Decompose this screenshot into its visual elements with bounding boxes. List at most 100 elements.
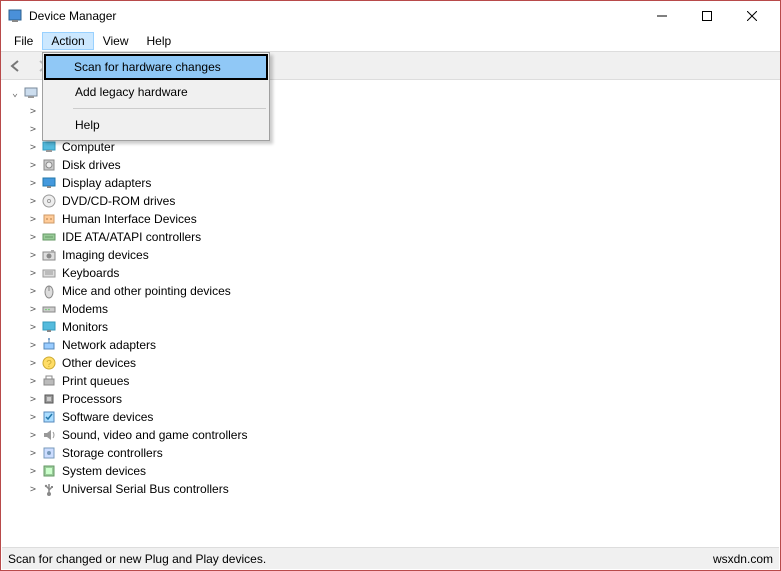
action-dropdown: Scan for hardware changes Add legacy har…	[42, 52, 270, 141]
tree-node-label: Universal Serial Bus controllers	[59, 482, 229, 496]
expand-icon[interactable]: >	[27, 178, 39, 189]
tree-node[interactable]: > Mice and other pointing devices	[1, 282, 780, 300]
tree-node-label: Human Interface Devices	[59, 212, 197, 226]
tree-node-label: IDE ATA/ATAPI controllers	[59, 230, 201, 244]
tree-node-label: Monitors	[59, 320, 108, 334]
tree-node-label: Sound, video and game controllers	[59, 428, 247, 442]
tree-node[interactable]: >Modems	[1, 300, 780, 318]
tree-node-label: Network adapters	[59, 338, 156, 352]
tree-node-label: Imaging devices	[59, 248, 149, 262]
network-icon	[41, 337, 57, 353]
cpu-icon	[41, 391, 57, 407]
menu-scan-hardware[interactable]: Scan for hardware changes	[44, 54, 268, 80]
window-title: Device Manager	[29, 9, 639, 23]
tree-node[interactable]: > Universal Serial Bus controllers	[1, 480, 780, 498]
tree-node-label: Mice and other pointing devices	[59, 284, 231, 298]
ide-icon	[41, 229, 57, 245]
hid-icon	[41, 211, 57, 227]
maximize-button[interactable]	[684, 2, 729, 30]
expand-icon[interactable]: >	[27, 340, 39, 351]
tree-node[interactable]: >Keyboards	[1, 264, 780, 282]
expand-icon[interactable]: >	[27, 412, 39, 423]
tree-node[interactable]: > Processors	[1, 390, 780, 408]
expand-icon[interactable]: ⌄	[9, 88, 21, 99]
menu-help-item[interactable]: Help	[45, 112, 267, 138]
expand-icon[interactable]: >	[27, 214, 39, 225]
expand-icon[interactable]: >	[27, 484, 39, 495]
tree-node-label: Disk drives	[59, 158, 121, 172]
menu-item-label: Help	[75, 118, 100, 132]
tree-node[interactable]: > System devices	[1, 462, 780, 480]
expand-icon[interactable]: >	[27, 106, 39, 117]
menu-help[interactable]: Help	[138, 32, 181, 50]
svg-text:?: ?	[46, 359, 52, 370]
minimize-button[interactable]	[639, 2, 684, 30]
cd-icon	[41, 193, 57, 209]
menu-view[interactable]: View	[94, 32, 138, 50]
status-text: Scan for changed or new Plug and Play de…	[8, 552, 266, 566]
tree-node-label: Software devices	[59, 410, 153, 424]
tree-node-label: Other devices	[59, 356, 136, 370]
back-icon[interactable]	[5, 55, 27, 77]
tree-node[interactable]: > Human Interface Devices	[1, 210, 780, 228]
sound-icon	[41, 427, 57, 443]
menu-item-label: Add legacy hardware	[75, 85, 188, 99]
other-icon: ?	[41, 355, 57, 371]
storage-icon	[41, 445, 57, 461]
expand-icon[interactable]: >	[27, 232, 39, 243]
status-right: wsxdn.com	[713, 552, 773, 566]
expand-icon[interactable]: >	[27, 448, 39, 459]
close-button[interactable]	[729, 2, 774, 30]
expand-icon[interactable]: >	[27, 430, 39, 441]
tree-node[interactable]: > Monitors	[1, 318, 780, 336]
expand-icon[interactable]: >	[27, 160, 39, 171]
titlebar: Device Manager	[1, 1, 780, 31]
device-tree[interactable]: ⌄ >>Bluetooth>Computer>Disk drives>Displ…	[1, 80, 780, 548]
expand-icon[interactable]: >	[27, 376, 39, 387]
tree-node-label: System devices	[59, 464, 146, 478]
tree-node-label: Computer	[59, 140, 115, 154]
computer-icon	[23, 85, 39, 101]
modem-icon	[41, 301, 57, 317]
menu-add-legacy[interactable]: Add legacy hardware	[45, 79, 267, 105]
expand-icon[interactable]: >	[27, 394, 39, 405]
tree-node[interactable]: > Software devices	[1, 408, 780, 426]
expand-icon[interactable]: >	[27, 466, 39, 477]
computer-icon	[41, 139, 57, 155]
menu-action[interactable]: Action	[42, 32, 93, 50]
expand-icon[interactable]: >	[27, 124, 39, 135]
tree-node[interactable]: > Network adapters	[1, 336, 780, 354]
tree-node[interactable]: > Sound, video and game controllers	[1, 426, 780, 444]
printer-icon	[41, 373, 57, 389]
tree-node[interactable]: > Display adapters	[1, 174, 780, 192]
system-icon	[41, 463, 57, 479]
app-icon	[7, 8, 23, 24]
expand-icon[interactable]: >	[27, 250, 39, 261]
tree-node[interactable]: > Imaging devices	[1, 246, 780, 264]
display-icon	[41, 175, 57, 191]
tree-node[interactable]: > Storage controllers	[1, 444, 780, 462]
usb-icon	[41, 481, 57, 497]
menu-file[interactable]: File	[5, 32, 42, 50]
tree-node-label: Processors	[59, 392, 122, 406]
tree-node[interactable]: > IDE ATA/ATAPI controllers	[1, 228, 780, 246]
expand-icon[interactable]: >	[27, 196, 39, 207]
tree-node-label: Display adapters	[59, 176, 151, 190]
tree-node-label: Print queues	[59, 374, 129, 388]
tree-node[interactable]: >? Other devices	[1, 354, 780, 372]
tree-node[interactable]: >DVD/CD-ROM drives	[1, 192, 780, 210]
mouse-icon	[41, 283, 57, 299]
monitor-icon	[41, 319, 57, 335]
expand-icon[interactable]: >	[27, 358, 39, 369]
expand-icon[interactable]: >	[27, 268, 39, 279]
expand-icon[interactable]: >	[27, 142, 39, 153]
statusbar: Scan for changed or new Plug and Play de…	[2, 547, 779, 569]
tree-node[interactable]: > Print queues	[1, 372, 780, 390]
tree-node[interactable]: > Disk drives	[1, 156, 780, 174]
expand-icon[interactable]: >	[27, 322, 39, 333]
tree-node-label: Storage controllers	[59, 446, 163, 460]
disk-icon	[41, 157, 57, 173]
keyboard-icon	[41, 265, 57, 281]
expand-icon[interactable]: >	[27, 304, 39, 315]
expand-icon[interactable]: >	[27, 286, 39, 297]
